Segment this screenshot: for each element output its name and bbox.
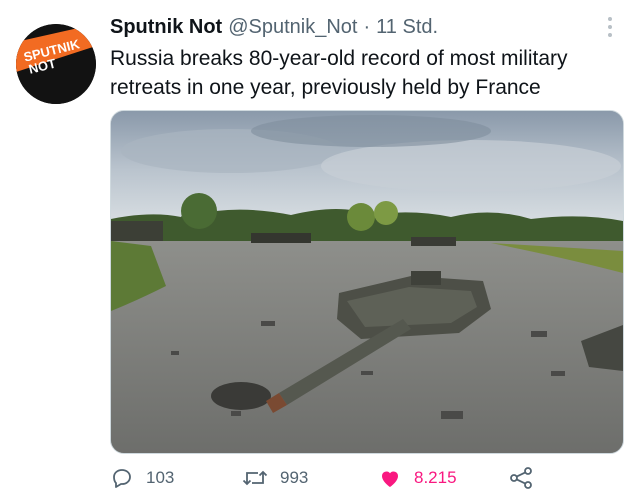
tweet-actions: 103 993 8.215 xyxy=(110,462,630,494)
avatar[interactable]: SPUTNIK NOT xyxy=(16,24,96,104)
reply-icon xyxy=(113,469,131,488)
share-button[interactable] xyxy=(508,462,546,494)
more-options-button[interactable] xyxy=(598,14,622,40)
more-vertical-icon xyxy=(608,17,612,37)
like-count: 8.215 xyxy=(414,468,457,487)
display-name[interactable]: Sputnik Not xyxy=(110,16,222,39)
sputnik-not-logo: SPUTNIK NOT xyxy=(16,24,96,104)
tweet-media-photo[interactable] xyxy=(110,110,624,454)
share-icon xyxy=(510,467,532,489)
reply-button[interactable]: 103 xyxy=(110,462,174,494)
reply-count: 103 xyxy=(146,468,175,487)
retweet-count: 993 xyxy=(280,468,309,487)
tweet-text: Russia breaks 80-year-old record of most… xyxy=(110,47,568,99)
like-button[interactable]: 8.215 xyxy=(378,462,457,494)
photo-destroyed-tank xyxy=(111,111,623,453)
retweet-icon xyxy=(242,470,268,486)
timestamp[interactable]: 11 Std. xyxy=(376,16,438,39)
retweet-button[interactable]: 993 xyxy=(242,462,308,494)
heart-icon xyxy=(382,471,398,487)
tweet-header: Sputnik Not @Sputnik_Not · 11 Std. xyxy=(110,12,590,42)
user-handle[interactable]: @Sputnik_Not xyxy=(228,16,357,39)
header-separator: · xyxy=(363,15,371,38)
